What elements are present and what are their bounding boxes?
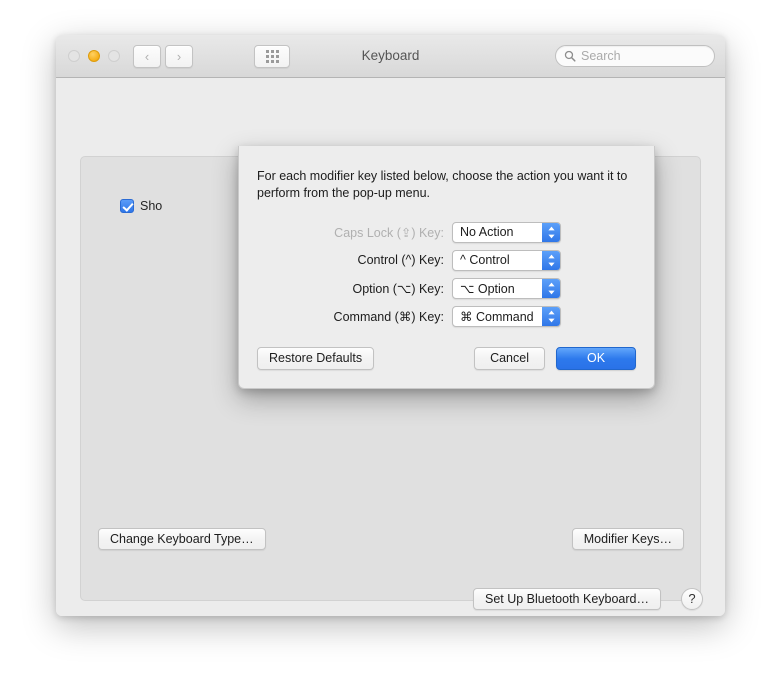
chevron-updown-icon xyxy=(542,222,560,242)
show-keyboard-viewer-checkbox[interactable]: Sho xyxy=(120,199,162,213)
control-value: ^ Control xyxy=(460,253,510,267)
command-popup-button[interactable]: ⌘ Command xyxy=(452,305,561,327)
restore-defaults-button[interactable]: Restore Defaults xyxy=(257,347,375,370)
command-label: Command (⌘) Key: xyxy=(333,309,444,324)
dialog-description: For each modifier key listed below, choo… xyxy=(257,169,628,200)
dialog-action-buttons: Restore Defaults Cancel OK xyxy=(239,347,654,371)
window-titlebar: ‹ › Keyboard Search xyxy=(56,35,725,78)
set-up-bluetooth-keyboard-button[interactable]: Set Up Bluetooth Keyboard… xyxy=(473,588,661,610)
checkbox-checked-icon[interactable] xyxy=(120,199,134,213)
command-value: ⌘ Command xyxy=(460,309,534,324)
modifier-row-caps-lock: Caps Lock (⇪) Key: No Action xyxy=(239,218,654,246)
modifier-row-control: Control (^) Key: ^ Control xyxy=(239,246,654,274)
option-popup-button[interactable]: ⌥ Option xyxy=(452,277,561,299)
window-body: Sho Change Keyboard Type… Modifier Keys…… xyxy=(56,78,725,616)
chevron-updown-icon xyxy=(542,278,560,298)
chevron-updown-icon xyxy=(542,250,560,270)
ok-button[interactable]: OK xyxy=(556,347,636,370)
search-placeholder: Search xyxy=(581,49,621,63)
control-label: Control (^) Key: xyxy=(357,253,444,267)
caps-lock-label: Caps Lock (⇪) Key: xyxy=(334,225,444,240)
option-value: ⌥ Option xyxy=(460,281,515,296)
modifier-keys-dialog: For each modifier key listed below, choo… xyxy=(238,146,655,389)
preferences-window: ‹ › Keyboard Search Sho Change Keyboard … xyxy=(56,35,725,616)
caps-lock-popup-button[interactable]: No Action xyxy=(452,221,561,243)
chevron-updown-icon xyxy=(542,306,560,326)
checkbox-label: Sho xyxy=(140,199,163,213)
search-icon xyxy=(564,50,576,62)
option-label: Option (⌥) Key: xyxy=(352,281,444,296)
change-keyboard-type-button[interactable]: Change Keyboard Type… xyxy=(98,528,266,550)
modifier-keys-button[interactable]: Modifier Keys… xyxy=(571,528,684,550)
cancel-button[interactable]: Cancel xyxy=(474,347,545,370)
modifier-row-option: Option (⌥) Key: ⌥ Option xyxy=(239,274,654,302)
caps-lock-value: No Action xyxy=(460,225,514,239)
control-popup-button[interactable]: ^ Control xyxy=(452,249,561,271)
modifier-row-command: Command (⌘) Key: ⌘ Command xyxy=(239,302,654,330)
modifier-rows: Caps Lock (⇪) Key: No Action Control (^)… xyxy=(239,218,654,330)
search-input[interactable]: Search xyxy=(555,45,715,67)
help-button[interactable]: ? xyxy=(681,588,703,610)
